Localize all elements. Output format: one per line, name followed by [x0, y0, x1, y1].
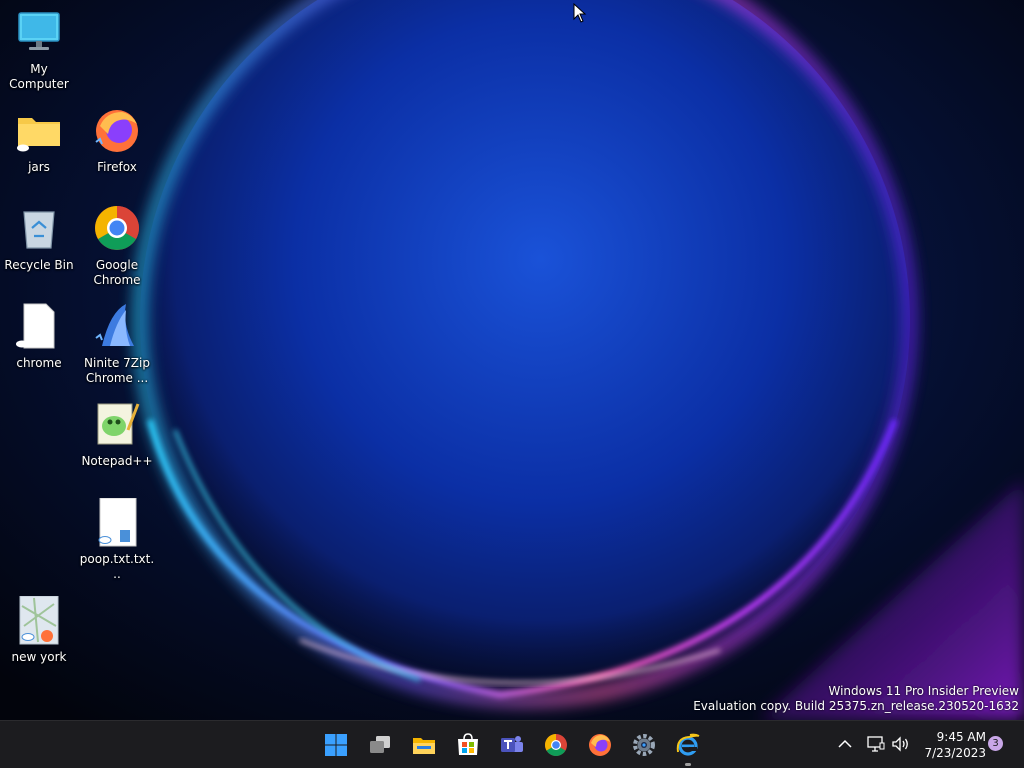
task-view-icon	[370, 736, 390, 753]
desktop-icon-label: new york	[11, 650, 67, 664]
desktop-icon-label: Google Chrome	[93, 258, 141, 287]
teams-button[interactable]	[494, 727, 530, 763]
desktop-icon-label: poop.txt.txt...	[79, 552, 155, 581]
watermark-line-1: Windows 11 Pro Insider Preview	[828, 684, 1019, 698]
chrome-taskbar-button[interactable]	[538, 727, 574, 763]
desktop-icon-notepadpp[interactable]: Notepad++	[78, 400, 156, 469]
cloud-icon	[21, 633, 35, 641]
volume-icon[interactable]	[891, 735, 911, 753]
desktop-icon-ninite[interactable]: Ninite 7Zip Chrome ...	[78, 302, 156, 386]
store-icon	[458, 733, 478, 755]
blank-file-icon	[14, 302, 64, 352]
taskbar: 9:45 AM 7/23/2023	[0, 720, 1024, 768]
chrome-icon	[545, 734, 567, 756]
windows-start-icon	[325, 734, 347, 756]
firefox-taskbar-button[interactable]	[582, 727, 618, 763]
firefox-icon	[589, 734, 611, 756]
gear-icon	[633, 734, 655, 756]
teams-icon	[501, 736, 523, 752]
ninite-icon	[92, 302, 142, 352]
internet-explorer-icon	[676, 733, 700, 756]
cloud-icon	[17, 144, 29, 152]
file-explorer-icon	[413, 738, 435, 754]
text-file-icon	[92, 497, 142, 548]
desktop-icon-label: Notepad++	[81, 454, 153, 468]
desktop-icon-jars[interactable]: jars	[0, 106, 78, 175]
cloud-icon	[98, 536, 112, 544]
chevron-up-icon[interactable]	[836, 735, 854, 753]
running-indicator	[685, 763, 691, 766]
task-view-button[interactable]	[362, 727, 398, 763]
desktop-icon-label: Recycle Bin	[4, 258, 74, 272]
map-file-icon	[14, 595, 64, 646]
clock[interactable]: 9:45 AM 7/23/2023	[918, 729, 986, 761]
network-icon[interactable]	[866, 735, 886, 753]
clock-date: 7/23/2023	[924, 746, 986, 760]
folder-icon	[14, 106, 64, 156]
settings-button[interactable]	[626, 727, 662, 763]
desktop-icon-label: Firefox	[97, 160, 137, 174]
windows-watermark: Windows 11 Pro Insider Preview Evaluatio…	[693, 684, 1019, 714]
desktop-icon-label: Ninite 7Zip Chrome ...	[84, 356, 150, 385]
cloud-icon	[16, 340, 28, 348]
watermark-line-2: Evaluation copy. Build 25375.zn_release.…	[693, 699, 1019, 713]
desktop-icon-recycle-bin[interactable]: Recycle Bin	[0, 204, 78, 273]
notification-badge[interactable]: 3	[988, 736, 1003, 751]
desktop-icon-label: My Computer	[9, 62, 69, 91]
desktop-icon-label: jars	[28, 160, 50, 174]
desktop-icon-new-york[interactable]: new york	[0, 595, 78, 665]
start-button[interactable]	[318, 727, 354, 763]
desktop-icon-poop-txt[interactable]: poop.txt.txt...	[78, 497, 156, 582]
internet-explorer-button[interactable]	[670, 727, 706, 766]
desktop-icon-google-chrome[interactable]: Google Chrome	[78, 204, 156, 288]
desktop-icon-my-computer[interactable]: My Computer	[0, 8, 78, 92]
recycle-bin-icon	[14, 204, 64, 254]
firefox-icon	[92, 106, 142, 156]
desktop-icon-chrome-file[interactable]: chrome	[0, 302, 78, 371]
desktop-icon-label: chrome	[16, 356, 62, 370]
shortcut-arrow-icon	[95, 333, 103, 341]
file-explorer-button[interactable]	[406, 727, 442, 763]
monitor-icon	[14, 8, 64, 58]
desktop-icon-firefox[interactable]: Firefox	[78, 106, 156, 175]
notepadpp-icon	[92, 400, 142, 450]
microsoft-store-button[interactable]	[450, 727, 486, 763]
clock-time: 9:45 AM	[936, 730, 986, 744]
chrome-icon	[92, 204, 142, 254]
mouse-cursor-icon	[573, 3, 587, 23]
desktop[interactable]: My Computer jars Firefox Recycle Bin Goo…	[0, 0, 1024, 720]
